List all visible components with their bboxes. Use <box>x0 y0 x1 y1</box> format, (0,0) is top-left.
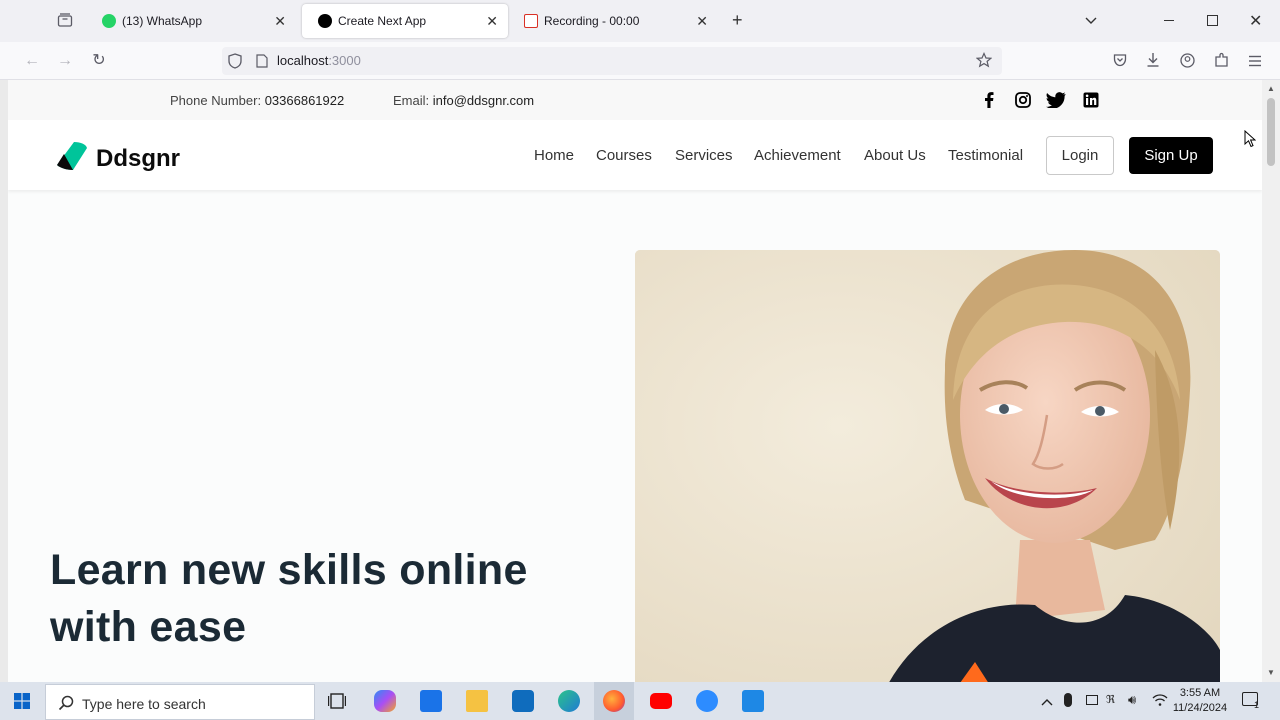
browser-navigation-bar: ← → ↻ localhost:3000 <box>0 42 1280 80</box>
firefox-icon[interactable] <box>603 690 625 712</box>
close-icon[interactable]: ✕ <box>274 13 286 30</box>
tab-label: Recording - 00:00 <box>544 14 640 28</box>
forward-arrow-icon[interactable]: → <box>55 51 75 71</box>
windows-start-icon[interactable] <box>14 693 30 714</box>
chevron-up-icon[interactable] <box>1041 694 1053 712</box>
zoom-icon[interactable] <box>696 690 718 712</box>
pocket-icon[interactable] <box>1113 53 1127 72</box>
clock-date: 11/24/2024 <box>1172 702 1228 714</box>
whatsapp-icon <box>102 14 116 28</box>
chevron-down-icon[interactable] <box>1084 13 1098 31</box>
close-icon[interactable]: ✕ <box>486 13 498 30</box>
url-text[interactable]: localhost:3000 <box>277 53 361 68</box>
shield-icon[interactable] <box>228 53 242 74</box>
login-button[interactable]: Login <box>1046 136 1114 175</box>
download-icon[interactable] <box>1146 52 1160 73</box>
nav-services[interactable]: Services <box>675 147 733 164</box>
search-placeholder: Type here to search <box>82 696 206 712</box>
extensions-icon[interactable] <box>1214 52 1229 73</box>
sidebar-edge <box>0 80 8 682</box>
wifi-icon[interactable] <box>1152 693 1168 712</box>
twitter-icon[interactable] <box>1046 92 1066 111</box>
scroll-down-icon[interactable]: ▼ <box>1267 668 1275 677</box>
browser-tab-bar: (13) WhatsApp ✕ Create Next App ✕ Record… <box>0 0 1280 42</box>
menu-hamburger-icon[interactable] <box>1248 54 1262 72</box>
signup-button[interactable]: Sign Up <box>1129 137 1213 174</box>
battery-icon[interactable] <box>1086 695 1098 705</box>
page-viewport: Phone Number: 03366861922 Email: info@dd… <box>8 80 1262 682</box>
taskbar-search-box[interactable]: Type here to search <box>45 684 315 720</box>
new-tab-icon[interactable]: + <box>732 10 743 31</box>
microsoft-store-icon[interactable] <box>420 690 442 712</box>
nav-home[interactable]: Home <box>534 147 574 164</box>
logo-text: Ddsgnr <box>96 144 180 172</box>
tab-overview-icon[interactable] <box>57 12 73 28</box>
site-header: Ddsgnr Home Courses Services Achievement… <box>8 120 1262 190</box>
volume-icon[interactable]: 🔊︎ <box>1128 692 1136 708</box>
outlook-icon[interactable] <box>512 690 534 712</box>
email-address: Email: info@ddsgnr.com <box>393 93 535 108</box>
page-icon <box>256 54 268 73</box>
scroll-up-icon[interactable]: ▲ <box>1267 84 1275 93</box>
mouse-cursor-icon <box>1244 129 1257 153</box>
instagram-icon[interactable] <box>1015 92 1031 111</box>
windows-taskbar: Type here to search ℜ 🔊︎ 3:55 AM 11/24/2… <box>0 682 1280 720</box>
keyboard-language-icon[interactable]: ℜ <box>1106 693 1115 706</box>
file-explorer-icon[interactable] <box>466 690 488 712</box>
linkedin-icon[interactable] <box>1083 92 1099 111</box>
hero-image <box>635 250 1220 682</box>
phone-number: Phone Number: 03366861922 <box>170 93 345 108</box>
vertical-scrollbar[interactable]: ▲ ▼ <box>1262 80 1280 682</box>
hero-heading: Learn new skills online with ease <box>50 546 528 651</box>
tab-label: (13) WhatsApp <box>122 14 203 28</box>
back-arrow-icon[interactable]: ← <box>22 51 42 71</box>
tab-whatsapp[interactable]: (13) WhatsApp ✕ <box>86 4 296 38</box>
site-logo[interactable]: Ddsgnr <box>56 141 180 176</box>
search-icon <box>58 695 74 714</box>
nextjs-icon <box>318 14 332 28</box>
bookmark-star-icon[interactable] <box>975 52 993 73</box>
reload-icon[interactable]: ↻ <box>89 51 109 71</box>
notification-count: 1 <box>1254 700 1260 710</box>
nav-about-us[interactable]: About Us <box>864 147 926 164</box>
edge-browser-icon[interactable] <box>558 690 580 712</box>
contact-info-bar: Phone Number: 03366861922 Email: info@dd… <box>8 80 1262 120</box>
copilot-icon[interactable] <box>374 690 396 712</box>
facebook-icon[interactable] <box>984 92 994 111</box>
clock-time: 3:55 AM <box>1179 687 1221 699</box>
smiling-woman-photo <box>635 250 1220 682</box>
close-icon[interactable]: ✕ <box>696 13 708 30</box>
tab-label: Create Next App <box>338 14 427 28</box>
maximize-icon[interactable] <box>1207 15 1218 26</box>
youtube-icon[interactable] <box>650 693 672 709</box>
address-bar[interactable]: localhost:3000 <box>222 47 1002 75</box>
nav-achievement[interactable]: Achievement <box>754 147 841 164</box>
microphone-icon[interactable] <box>1064 693 1072 707</box>
vscode-icon[interactable] <box>742 690 764 712</box>
minimize-icon[interactable] <box>1164 20 1174 21</box>
nav-courses[interactable]: Courses <box>596 147 652 164</box>
scrollbar-thumb[interactable] <box>1267 98 1275 166</box>
logo-mark-icon <box>56 141 90 176</box>
tab-recording[interactable]: Recording - 00:00 ✕ <box>508 4 718 38</box>
task-view-icon[interactable] <box>327 693 347 714</box>
nav-testimonial[interactable]: Testimonial <box>948 147 1023 164</box>
system-clock[interactable]: 3:55 AM 11/24/2024 <box>1168 686 1232 716</box>
window-close-icon[interactable]: ✕ <box>1249 11 1262 31</box>
account-icon[interactable] <box>1180 53 1195 73</box>
tab-create-next-app[interactable]: Create Next App ✕ <box>302 4 508 38</box>
recording-icon <box>524 14 538 28</box>
